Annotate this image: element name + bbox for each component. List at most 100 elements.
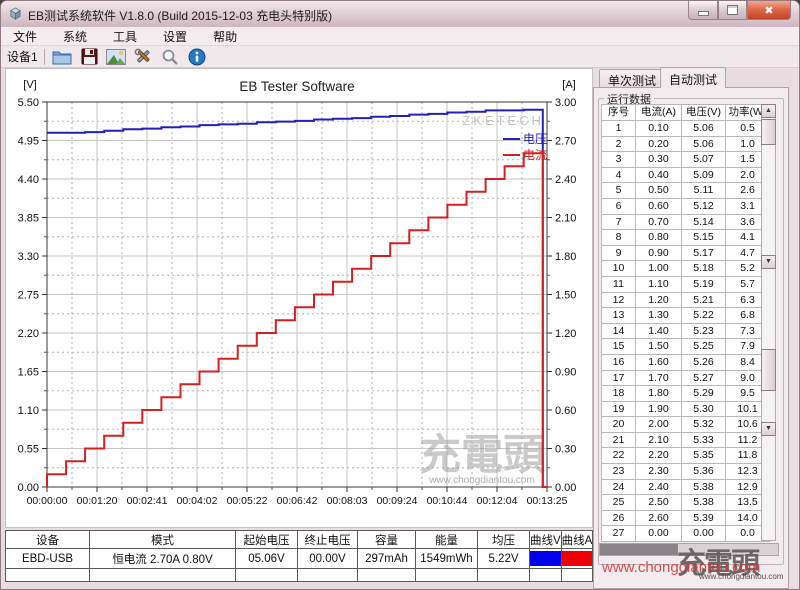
table-cell: 1.00: [636, 261, 682, 277]
table-cell: 14: [602, 323, 636, 339]
scrollbar-thumb-2[interactable]: [761, 349, 776, 391]
save-icon[interactable]: [79, 47, 100, 67]
curve-v-swatch[interactable]: [530, 551, 561, 566]
maximize-button[interactable]: [718, 1, 747, 20]
summary-col-header: 曲线A: [561, 531, 593, 549]
table-row[interactable]: 80.805.154.1: [602, 230, 770, 246]
info-icon[interactable]: [187, 47, 208, 67]
table-cell: 0.30: [636, 152, 682, 168]
minimize-button[interactable]: [688, 1, 718, 20]
menu-item-4[interactable]: 帮助: [209, 27, 241, 46]
x-tick-label: 00:10:44: [427, 495, 468, 507]
table-row[interactable]: 222.205.3511.8: [602, 448, 770, 464]
close-button[interactable]: ✖: [747, 1, 791, 20]
y-right-tick-label: 0.30: [555, 444, 576, 456]
table-row[interactable]: 181.805.299.5: [602, 386, 770, 402]
x-tick-label: 00:04:02: [177, 495, 218, 507]
table-row[interactable]: 50.505.112.6: [602, 183, 770, 199]
table-row[interactable]: 171.705.279.0: [602, 370, 770, 386]
table-cell: 13: [602, 308, 636, 324]
table-row[interactable]: 161.605.268.4: [602, 354, 770, 370]
folder-icon[interactable]: [52, 47, 73, 67]
y-right-tick-label: 0.60: [555, 405, 576, 417]
device-tab[interactable]: 设备1: [7, 48, 38, 65]
table-cell: 1.90: [636, 401, 682, 417]
magnifier-icon[interactable]: [160, 47, 181, 67]
table-row[interactable]: 212.105.3311.2: [602, 432, 770, 448]
y-left-tick-label: 1.10: [18, 405, 39, 417]
x-tick-label: 00:01:20: [77, 495, 118, 507]
x-tick-label: 00:00:00: [27, 495, 68, 507]
scroll-up-icon[interactable]: ▲: [761, 104, 776, 118]
table-row[interactable]: 111.105.195.7: [602, 276, 770, 292]
table-row[interactable]: 131.305.226.8: [602, 308, 770, 324]
table-cell: 5.14: [682, 214, 726, 230]
table-row[interactable]: 242.405.3812.9: [602, 479, 770, 495]
table-row[interactable]: 70.705.143.6: [602, 214, 770, 230]
run-table-vscrollbar[interactable]: [761, 104, 776, 541]
table-row[interactable]: 20.205.061.0: [602, 136, 770, 152]
table-row[interactable]: 121.205.216.3: [602, 292, 770, 308]
hscrollbar-thumb[interactable]: [600, 544, 678, 555]
menu-item-2[interactable]: 工具: [109, 27, 141, 46]
y-left-tick-label: 2.20: [18, 328, 39, 340]
table-cell: 5.23: [682, 323, 726, 339]
summary-cell: EBD-USB: [6, 549, 90, 569]
table-row[interactable]: 141.405.237.3: [602, 323, 770, 339]
table-cell: 12: [602, 292, 636, 308]
y-left-tick-label: 3.85: [18, 213, 39, 225]
scrollbar-thumb[interactable]: [761, 119, 776, 145]
scroll-down-icon-2[interactable]: ▼: [761, 422, 776, 436]
table-cell: 5.30: [682, 401, 726, 417]
table-cell: 20: [602, 417, 636, 433]
table-row[interactable]: 232.305.3612.3: [602, 464, 770, 480]
y-right-tick-label: 2.10: [555, 213, 576, 225]
table-row[interactable]: 262.605.3914.0: [602, 510, 770, 526]
table-cell: 16: [602, 354, 636, 370]
table-cell: 0.40: [636, 167, 682, 183]
tab-single-test[interactable]: 单次测试: [599, 69, 665, 87]
table-row[interactable]: 101.005.185.2: [602, 261, 770, 277]
summary-col-header: 终止电压: [298, 531, 358, 549]
table-row[interactable]: 191.905.3010.1: [602, 401, 770, 417]
table-row[interactable]: 30.305.071.5: [602, 152, 770, 168]
table-cell: 26: [602, 510, 636, 526]
menu-item-1[interactable]: 系统: [59, 27, 91, 46]
y-left-tick-label: 4.40: [18, 174, 39, 186]
table-cell: 5: [602, 183, 636, 199]
summary-empty-cell: [358, 569, 416, 582]
summary-empty-row: [6, 569, 593, 582]
scroll-down-icon[interactable]: ▼: [761, 255, 776, 269]
table-row[interactable]: 252.505.3813.5: [602, 495, 770, 511]
y-left-tick-label: 5.50: [18, 97, 39, 109]
table-row[interactable]: 60.605.123.1: [602, 198, 770, 214]
table-row[interactable]: 90.905.174.7: [602, 245, 770, 261]
table-cell: 7: [602, 214, 636, 230]
table-cell: 17: [602, 370, 636, 386]
table-cell: 3: [602, 152, 636, 168]
curve-a-swatch[interactable]: [562, 551, 593, 566]
table-cell: 9: [602, 245, 636, 261]
table-row[interactable]: 151.505.257.9: [602, 339, 770, 355]
table-row[interactable]: 40.405.092.0: [602, 167, 770, 183]
table-cell: 18: [602, 386, 636, 402]
menu-item-0[interactable]: 文件: [9, 27, 41, 46]
image-icon[interactable]: [106, 47, 127, 67]
table-row[interactable]: 10.105.060.5: [602, 121, 770, 137]
y-right-tick-label: 2.40: [555, 174, 576, 186]
tab-auto-test[interactable]: 自动测试: [660, 67, 726, 88]
summary-empty-cell: [478, 569, 530, 582]
y-right-tick-label: 0.90: [555, 367, 576, 379]
x-tick-label: 00:02:41: [127, 495, 168, 507]
y-right-tick-label: 0.00: [555, 482, 576, 494]
x-tick-label: 00:09:24: [377, 495, 418, 507]
tools-icon[interactable]: [133, 47, 154, 67]
close-icon: ✖: [764, 4, 773, 17]
toolbar: 设备1: [1, 46, 799, 68]
run-col-header: 序号: [602, 105, 636, 121]
table-row[interactable]: 202.005.3210.6: [602, 417, 770, 433]
table-cell: 5.18: [682, 261, 726, 277]
menu-item-3[interactable]: 设置: [159, 27, 191, 46]
y-left-tick-label: 3.30: [18, 251, 39, 263]
table-cell: 22: [602, 448, 636, 464]
